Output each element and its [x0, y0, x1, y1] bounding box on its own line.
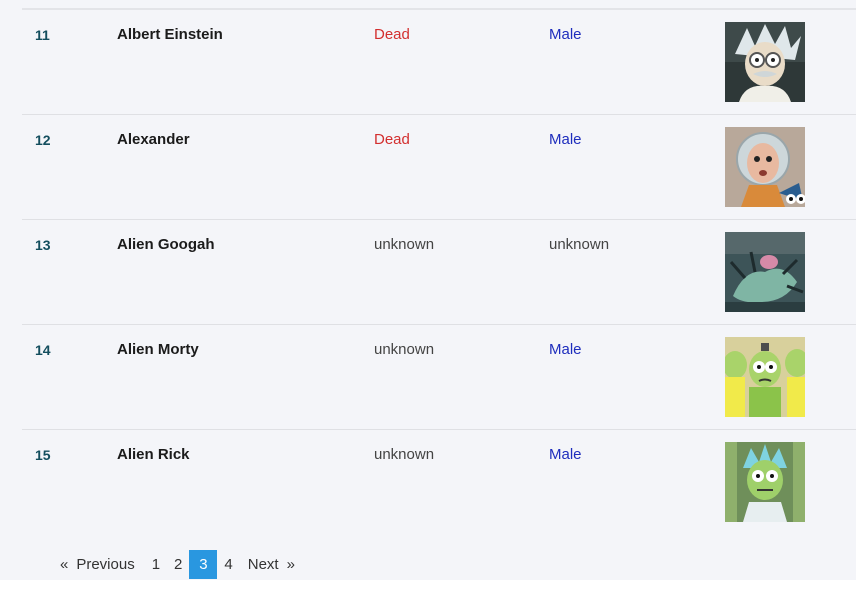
- character-id: 14: [35, 342, 51, 358]
- character-status: Dead: [374, 131, 410, 148]
- character-avatar[interactable]: [725, 232, 805, 312]
- characters-table: 11 Albert Einstein Dead Male 12 Alexande…: [0, 0, 856, 580]
- character-gender: Male: [549, 446, 582, 463]
- character-gender: unknown: [549, 236, 610, 253]
- character-gender: Male: [549, 131, 582, 148]
- character-avatar[interactable]: [725, 337, 805, 417]
- page-link-3-active[interactable]: 3: [189, 550, 218, 579]
- character-status: unknown: [374, 236, 435, 253]
- character-status: unknown: [374, 446, 435, 463]
- table-row: 15 Alien Rick unknown Male: [22, 430, 856, 535]
- table-row: 13 Alien Googah unknown unknown: [22, 220, 856, 325]
- character-id: 13: [35, 237, 51, 253]
- character-status: unknown: [374, 341, 435, 358]
- character-status: Dead: [374, 26, 410, 43]
- previous-page-link[interactable]: Previous: [72, 550, 138, 579]
- character-id: 15: [35, 447, 51, 463]
- character-avatar[interactable]: [725, 22, 805, 102]
- character-name: Alien Morty: [117, 341, 199, 358]
- table-row: 12 Alexander Dead Male: [22, 115, 856, 220]
- character-id: 12: [35, 132, 51, 148]
- character-name: Albert Einstein: [117, 26, 223, 43]
- character-avatar[interactable]: [725, 442, 805, 522]
- last-page-link[interactable]: »: [283, 550, 299, 579]
- page-link-4[interactable]: 4: [217, 550, 239, 579]
- character-gender: Male: [549, 341, 582, 358]
- character-name: Alien Googah: [117, 236, 215, 253]
- character-gender: Male: [549, 26, 582, 43]
- page-link-2[interactable]: 2: [167, 550, 189, 579]
- table-row: 11 Albert Einstein Dead Male: [22, 10, 856, 115]
- character-name: Alien Rick: [117, 446, 190, 463]
- first-page-link[interactable]: «: [56, 550, 72, 579]
- character-id: 11: [35, 27, 50, 43]
- table-row: 14 Alien Morty unknown Male: [22, 325, 856, 430]
- next-page-link[interactable]: Next: [244, 550, 283, 579]
- character-name: Alexander: [117, 131, 190, 148]
- character-avatar[interactable]: [725, 127, 805, 207]
- pagination: « Previous 1 2 3 4 Next »: [56, 550, 299, 579]
- page-link-1[interactable]: 1: [145, 550, 167, 579]
